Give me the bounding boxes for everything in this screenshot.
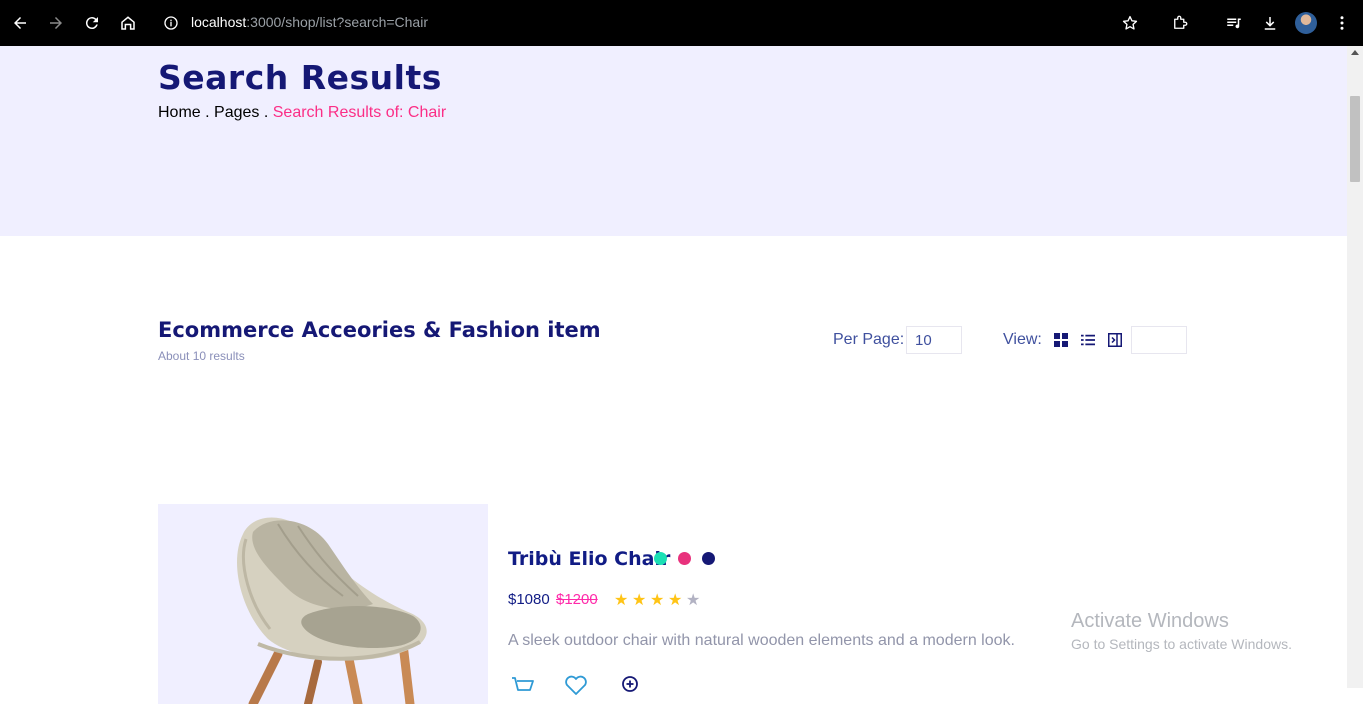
site-info-icon[interactable] [161, 13, 181, 33]
product-description: A sleek outdoor chair with natural woode… [508, 632, 1015, 649]
page-header-banner: Search Results Home . Pages . Search Res… [0, 46, 1347, 236]
breadcrumb-home[interactable]: Home [158, 104, 201, 121]
browser-toolbar: localhost:3000/shop/list?search=Chair [0, 0, 1363, 46]
breadcrumb-pages[interactable]: Pages [214, 104, 259, 121]
view-input[interactable] [1131, 326, 1187, 354]
results-count: About 10 results [158, 349, 245, 363]
product-name[interactable]: Tribù Elio Chair [508, 548, 670, 570]
back-arrow-icon[interactable] [8, 11, 32, 35]
product-old-price: $1200 [556, 591, 598, 608]
profile-avatar[interactable] [1295, 12, 1317, 34]
activate-windows-subtitle: Go to Settings to activate Windows. [1071, 636, 1292, 652]
url-path: :3000/shop/list?search=Chair [246, 14, 428, 30]
section-title: Ecommerce Acceories & Fashion item [158, 318, 601, 342]
color-swatch-navy[interactable] [702, 552, 715, 565]
star-filled-icon: ★ [614, 592, 629, 609]
list-view-icon[interactable] [1081, 333, 1095, 347]
breadcrumb-separator: . [200, 104, 215, 121]
activate-windows-title: Activate Windows [1071, 610, 1229, 632]
home-icon[interactable] [116, 11, 140, 35]
star-empty-icon: ★ [686, 592, 701, 609]
product-price: $1080 [508, 591, 550, 608]
heart-icon[interactable] [563, 672, 589, 698]
download-icon[interactable] [1258, 11, 1282, 35]
color-swatch-pink[interactable] [678, 552, 691, 565]
bookmark-star-icon[interactable] [1118, 11, 1142, 35]
per-page-label: Per Page: [833, 331, 905, 348]
forward-arrow-icon[interactable] [44, 11, 68, 35]
breadcrumb-separator: . [259, 104, 273, 121]
per-page-input[interactable] [906, 326, 962, 354]
scrollbar-thumb[interactable] [1350, 96, 1360, 182]
view-label: View: [1003, 331, 1042, 348]
star-filled-icon: ★ [650, 592, 665, 609]
more-menu-icon[interactable] [1330, 11, 1354, 35]
scroll-up-arrow-icon[interactable] [1351, 50, 1359, 55]
chair-image [237, 517, 427, 704]
grid-view-icon[interactable] [1054, 333, 1068, 347]
reload-icon[interactable] [80, 11, 104, 35]
page-scrollbar[interactable] [1347, 46, 1363, 688]
breadcrumb: Home . Pages . Search Results of: Chair [158, 104, 446, 122]
address-bar[interactable]: localhost:3000/shop/list?search=Chair [191, 14, 428, 30]
extensions-icon[interactable] [1168, 11, 1192, 35]
cart-icon[interactable] [510, 672, 536, 698]
product-image[interactable] [158, 504, 488, 704]
color-swatch-teal[interactable] [654, 552, 667, 565]
page-title: Search Results [158, 58, 442, 97]
media-queue-icon[interactable] [1222, 11, 1246, 35]
zoom-in-icon[interactable] [617, 672, 643, 698]
star-filled-icon: ★ [668, 592, 683, 609]
breadcrumb-current: Search Results of: Chair [272, 104, 447, 121]
star-filled-icon: ★ [632, 592, 647, 609]
sidebar-view-icon[interactable] [1108, 333, 1122, 347]
url-host: localhost [191, 14, 247, 30]
